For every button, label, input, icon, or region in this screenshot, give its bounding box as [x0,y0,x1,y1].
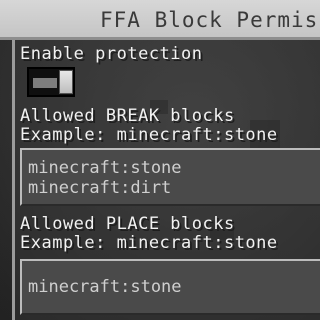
break-block-entry: minecraft:stone [28,158,182,178]
place-block-entry: minecraft:stone [28,277,182,297]
break-blocks-hint: Example: minecraft:stone [20,125,278,145]
place-blocks-textarea[interactable]: minecraft:stone [20,259,320,315]
toggle-track [33,78,57,88]
break-blocks-textarea[interactable]: minecraft:stone minecraft:dirt [20,148,320,206]
screen: FFA Block Permissions Enable protection … [0,0,320,320]
title-bar: FFA Block Permissions [0,0,320,40]
place-blocks-label: Allowed PLACE blocks [20,214,235,234]
break-block-entry: minecraft:dirt [28,178,172,198]
break-blocks-label: Allowed BREAK blocks [20,106,235,126]
protection-label: Enable protection [20,44,203,64]
protection-toggle[interactable] [27,67,75,97]
place-blocks-hint: Example: minecraft:stone [20,233,278,253]
toggle-knob[interactable] [59,70,73,94]
window-title: FFA Block Permissions [100,8,320,32]
